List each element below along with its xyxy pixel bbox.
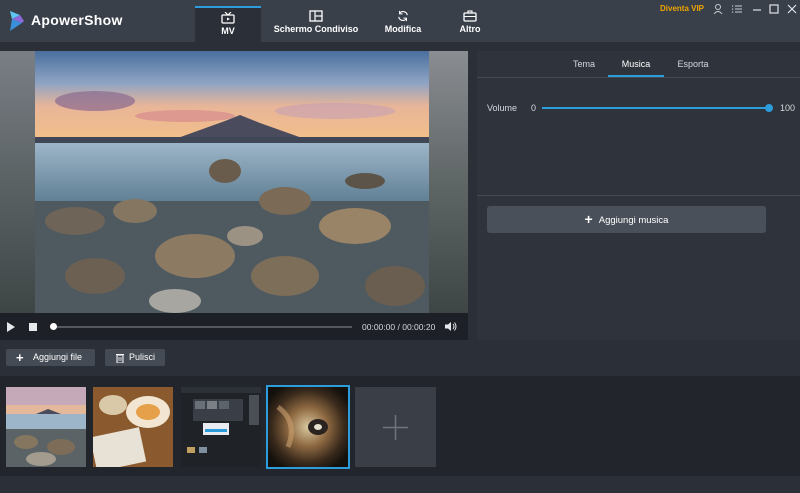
- progress-knob[interactable]: [50, 323, 57, 330]
- tab-esporta[interactable]: Esporta: [667, 59, 719, 69]
- add-file-label: Aggiungi file: [33, 352, 83, 362]
- play-icon[interactable]: [7, 322, 15, 332]
- settings-panel: Tema Musica Esporta Volume 0 100 + Aggiun…: [477, 51, 800, 340]
- blur-border-left: [0, 51, 35, 313]
- tab-altro-label: Altro: [459, 24, 481, 34]
- title-bar: ApowerShow MV Schermo Condiviso Modifica: [0, 0, 800, 42]
- tab-schermo-condiviso-label: Schermo Condiviso: [273, 24, 359, 34]
- volume-slider-track[interactable]: [542, 107, 770, 109]
- add-music-label: Aggiungi musica: [598, 215, 669, 226]
- clear-label: Pulisci: [129, 352, 156, 362]
- breakfast-thumbnail-image: [93, 387, 173, 467]
- time-separator: /: [397, 322, 400, 332]
- user-icon[interactable]: [712, 3, 724, 15]
- media-thumbnail[interactable]: [181, 387, 261, 467]
- media-thumbnail[interactable]: [93, 387, 173, 467]
- tab-musica[interactable]: Musica: [608, 59, 664, 69]
- progress-track[interactable]: [50, 326, 352, 328]
- volume-icon[interactable]: [445, 321, 457, 332]
- plus-icon: +: [584, 211, 593, 227]
- tab-schermo-condiviso[interactable]: Schermo Condiviso: [270, 6, 362, 42]
- add-file-button[interactable]: + Aggiungi file: [6, 349, 95, 366]
- apowershow-logo-icon: [10, 11, 24, 31]
- media-thumbnail-selected[interactable]: [266, 385, 350, 469]
- add-music-button[interactable]: + Aggiungi musica: [487, 206, 766, 233]
- tab-mv-label: MV: [221, 26, 235, 36]
- seascape-thumbnail-image: [6, 387, 86, 467]
- time-current: 00:00:00: [362, 322, 396, 332]
- volume-slider-knob[interactable]: [765, 104, 773, 112]
- add-media-tile[interactable]: [355, 387, 436, 467]
- video-preview: 00:00:00 / 00:00:20: [0, 51, 468, 340]
- preview-image: [35, 51, 429, 313]
- split-screen-icon: [309, 10, 323, 22]
- time-total: 00:00:20: [402, 322, 436, 332]
- player-controls: 00:00:00 / 00:00:20: [0, 313, 468, 340]
- close-icon[interactable]: [786, 3, 798, 15]
- briefcase-icon: [463, 10, 477, 22]
- plus-icon: +: [16, 350, 24, 365]
- clear-button[interactable]: Pulisci: [105, 349, 165, 366]
- vip-link[interactable]: Diventa VIP: [660, 4, 704, 13]
- minimize-icon[interactable]: [751, 3, 763, 15]
- media-thumbnail[interactable]: [6, 387, 86, 467]
- active-tab-indicator: [608, 75, 664, 77]
- panel-divider: [477, 195, 800, 196]
- tab-altro[interactable]: Altro: [450, 6, 490, 42]
- app-title: ApowerShow: [31, 12, 123, 28]
- volume-min: 0: [531, 103, 537, 113]
- abstract-thumbnail-image: [268, 387, 348, 467]
- panel-tabs: Tema Musica Esporta: [477, 51, 800, 78]
- volume-max: 100: [780, 103, 796, 113]
- stop-icon[interactable]: [29, 323, 37, 331]
- menu-list-icon[interactable]: [731, 3, 743, 15]
- volume-label: Volume: [487, 103, 518, 113]
- tv-icon: [221, 12, 235, 24]
- timecode: 00:00:00 / 00:00:20: [362, 322, 435, 332]
- maximize-icon[interactable]: [768, 3, 780, 15]
- tab-modifica-label: Modifica: [384, 24, 422, 34]
- bottom-bar: [0, 476, 800, 493]
- app-screenshot-thumbnail-image: [181, 387, 261, 467]
- plus-icon: [383, 415, 408, 440]
- tab-mv[interactable]: MV: [195, 6, 261, 42]
- trash-icon: [116, 354, 124, 363]
- tab-modifica[interactable]: Modifica: [376, 6, 430, 42]
- blur-border-right: [429, 51, 468, 313]
- refresh-icon: [398, 10, 408, 22]
- tab-tema[interactable]: Tema: [559, 59, 609, 69]
